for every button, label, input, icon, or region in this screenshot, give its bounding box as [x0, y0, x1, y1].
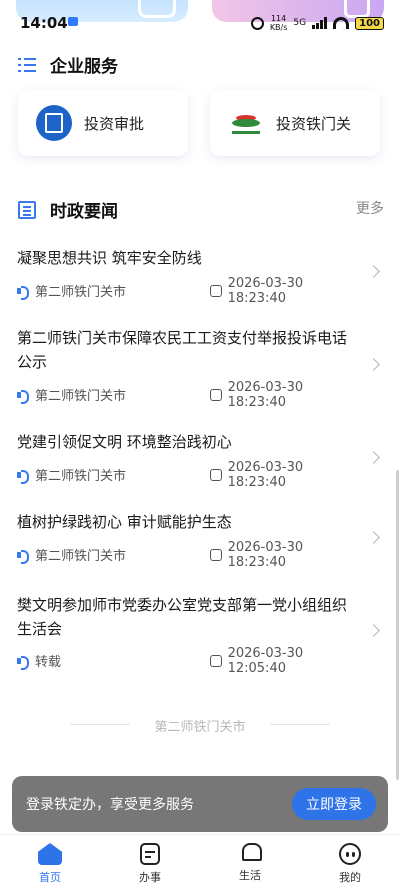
- invest-tiemenguan-label: 投资铁门关: [276, 114, 352, 133]
- speaker-icon: [17, 469, 29, 484]
- calendar-icon: [210, 468, 222, 481]
- news-item[interactable]: 党建引领促文明 环境整治践初心 第二师铁门关市 2026-03-30 18:23…: [0, 430, 400, 490]
- app-page: 14:04 114 KB/s 5G 100 企业服务 投资审批 投资铁门关 时政…: [0, 0, 400, 889]
- login-prompt-text: 登录铁定办，享受更多服务: [26, 797, 194, 813]
- battery-indicator: 100: [355, 16, 384, 30]
- tab-life-label: 生活: [239, 869, 261, 882]
- speaker-icon: [17, 549, 29, 564]
- speaker-icon: [17, 285, 29, 300]
- news-datetime: 2026-03-30 18:23:40: [227, 379, 304, 410]
- tab-services-label: 办事: [139, 871, 161, 884]
- bottom-tab-bar: 首页 办事 生活 我的: [0, 834, 400, 889]
- wifi-icon: [333, 17, 350, 29]
- face-icon: [339, 843, 361, 865]
- news-datetime: 2026-03-30 18:23:40: [227, 539, 304, 570]
- news-item[interactable]: 凝聚思想共识 筑牢安全防线 第二师铁门关市 2026-03-30 18:23:4…: [0, 246, 400, 306]
- speaker-icon: [17, 655, 29, 670]
- speaker-icon: [17, 389, 29, 404]
- news-source: 第二师铁门关市: [35, 285, 127, 300]
- news-meta: 第二师铁门关市 2026-03-30 18:23:40: [17, 540, 360, 570]
- news-meta: 转载 2026-03-30 12:05:40: [17, 646, 360, 676]
- chevron-right-icon: [367, 531, 380, 544]
- tab-home[interactable]: 首页: [0, 835, 100, 889]
- task-icon: [140, 843, 160, 865]
- chevron-right-icon: [367, 624, 380, 637]
- news-title: 凝聚思想共识 筑牢安全防线: [17, 249, 202, 267]
- investment-approval-icon: [36, 105, 72, 141]
- chevron-right-icon: [367, 451, 380, 464]
- news-item[interactable]: 植树护绿践初心 审计赋能护生态 第二师铁门关市 2026-03-30 18:23…: [0, 510, 400, 570]
- invest-tiemenguan-card[interactable]: 投资铁门关: [210, 90, 380, 156]
- news-source: 第二师铁门关市: [35, 549, 127, 564]
- tab-services[interactable]: 办事: [100, 835, 200, 889]
- calendar-icon: [210, 284, 222, 297]
- news-meta: 第二师铁门关市 2026-03-30 18:23:40: [17, 380, 360, 410]
- net-speed: 114 KB/s: [270, 14, 288, 32]
- news-section-title: 时政要闻: [50, 202, 118, 222]
- alarm-icon: [250, 16, 264, 30]
- news-meta: 第二师铁门关市 2026-03-30 18:23:40: [17, 276, 360, 306]
- news-title: 植树护绿践初心 审计赋能护生态: [17, 513, 232, 531]
- news-item[interactable]: 第二师铁门关市保障农民工工资支付举报投诉电话公示 第二师铁门关市 2026-03…: [0, 326, 400, 410]
- home-icon: [38, 843, 62, 865]
- scrollbar-thumb[interactable]: [396, 470, 399, 780]
- login-button[interactable]: 立即登录: [292, 788, 376, 820]
- tab-life[interactable]: 生活: [200, 835, 300, 889]
- status-bar: 14:04 114 KB/s 5G 100: [0, 0, 400, 46]
- news-datetime: 2026-03-30 18:23:40: [227, 275, 304, 306]
- news-title: 樊文明参加师市党委办公室党支部第一党小组组织生活会: [17, 596, 348, 638]
- hands-heart-icon: [238, 843, 262, 863]
- enterprise-section-title: 企业服务: [50, 57, 118, 77]
- news-datetime: 2026-03-30 12:05:40: [227, 645, 304, 676]
- tiemenguan-logo-icon: [228, 105, 264, 141]
- more-news-link[interactable]: 更多: [356, 198, 384, 218]
- calendar-icon: [210, 548, 222, 561]
- tab-mine-label: 我的: [339, 871, 361, 884]
- list-icon: [18, 57, 36, 72]
- investment-approval-card[interactable]: 投资审批: [18, 90, 188, 156]
- enterprise-section-header: 企业服务: [18, 52, 118, 77]
- news-meta: 第二师铁门关市 2026-03-30 18:23:40: [17, 460, 360, 490]
- network-type: 5G: [293, 18, 307, 28]
- investment-approval-label: 投资审批: [84, 114, 145, 133]
- login-prompt-bar: 登录铁定办，享受更多服务 立即登录: [12, 776, 388, 832]
- tab-mine[interactable]: 我的: [300, 835, 400, 889]
- net-speed-value: 114: [270, 14, 287, 23]
- news-title: 第二师铁门关市保障农民工工资支付举报投诉电话公示: [17, 329, 348, 371]
- status-time: 14:04: [20, 14, 68, 32]
- news-source: 转载: [35, 655, 62, 670]
- chevron-right-icon: [367, 265, 380, 278]
- news-item[interactable]: 樊文明参加师市党委办公室党支部第一党小组组织生活会 转载 2026-03-30 …: [0, 593, 400, 676]
- notification-icon: [68, 17, 78, 26]
- list-end-note: 第二师铁门关市: [0, 716, 400, 735]
- news-source: 第二师铁门关市: [35, 469, 127, 484]
- news-section-header: 时政要闻: [18, 197, 118, 222]
- signal-icon: [312, 17, 328, 29]
- newspaper-icon: [18, 200, 36, 219]
- news-source: 第二师铁门关市: [35, 389, 127, 404]
- list-end-text: 第二师铁门关市: [154, 720, 246, 735]
- net-speed-unit: KB/s: [269, 23, 288, 32]
- calendar-icon: [210, 654, 222, 667]
- news-title: 党建引领促文明 环境整治践初心: [17, 433, 232, 451]
- calendar-icon: [210, 388, 222, 401]
- tab-home-label: 首页: [39, 871, 61, 884]
- news-datetime: 2026-03-30 18:23:40: [227, 459, 304, 490]
- chevron-right-icon: [367, 358, 380, 371]
